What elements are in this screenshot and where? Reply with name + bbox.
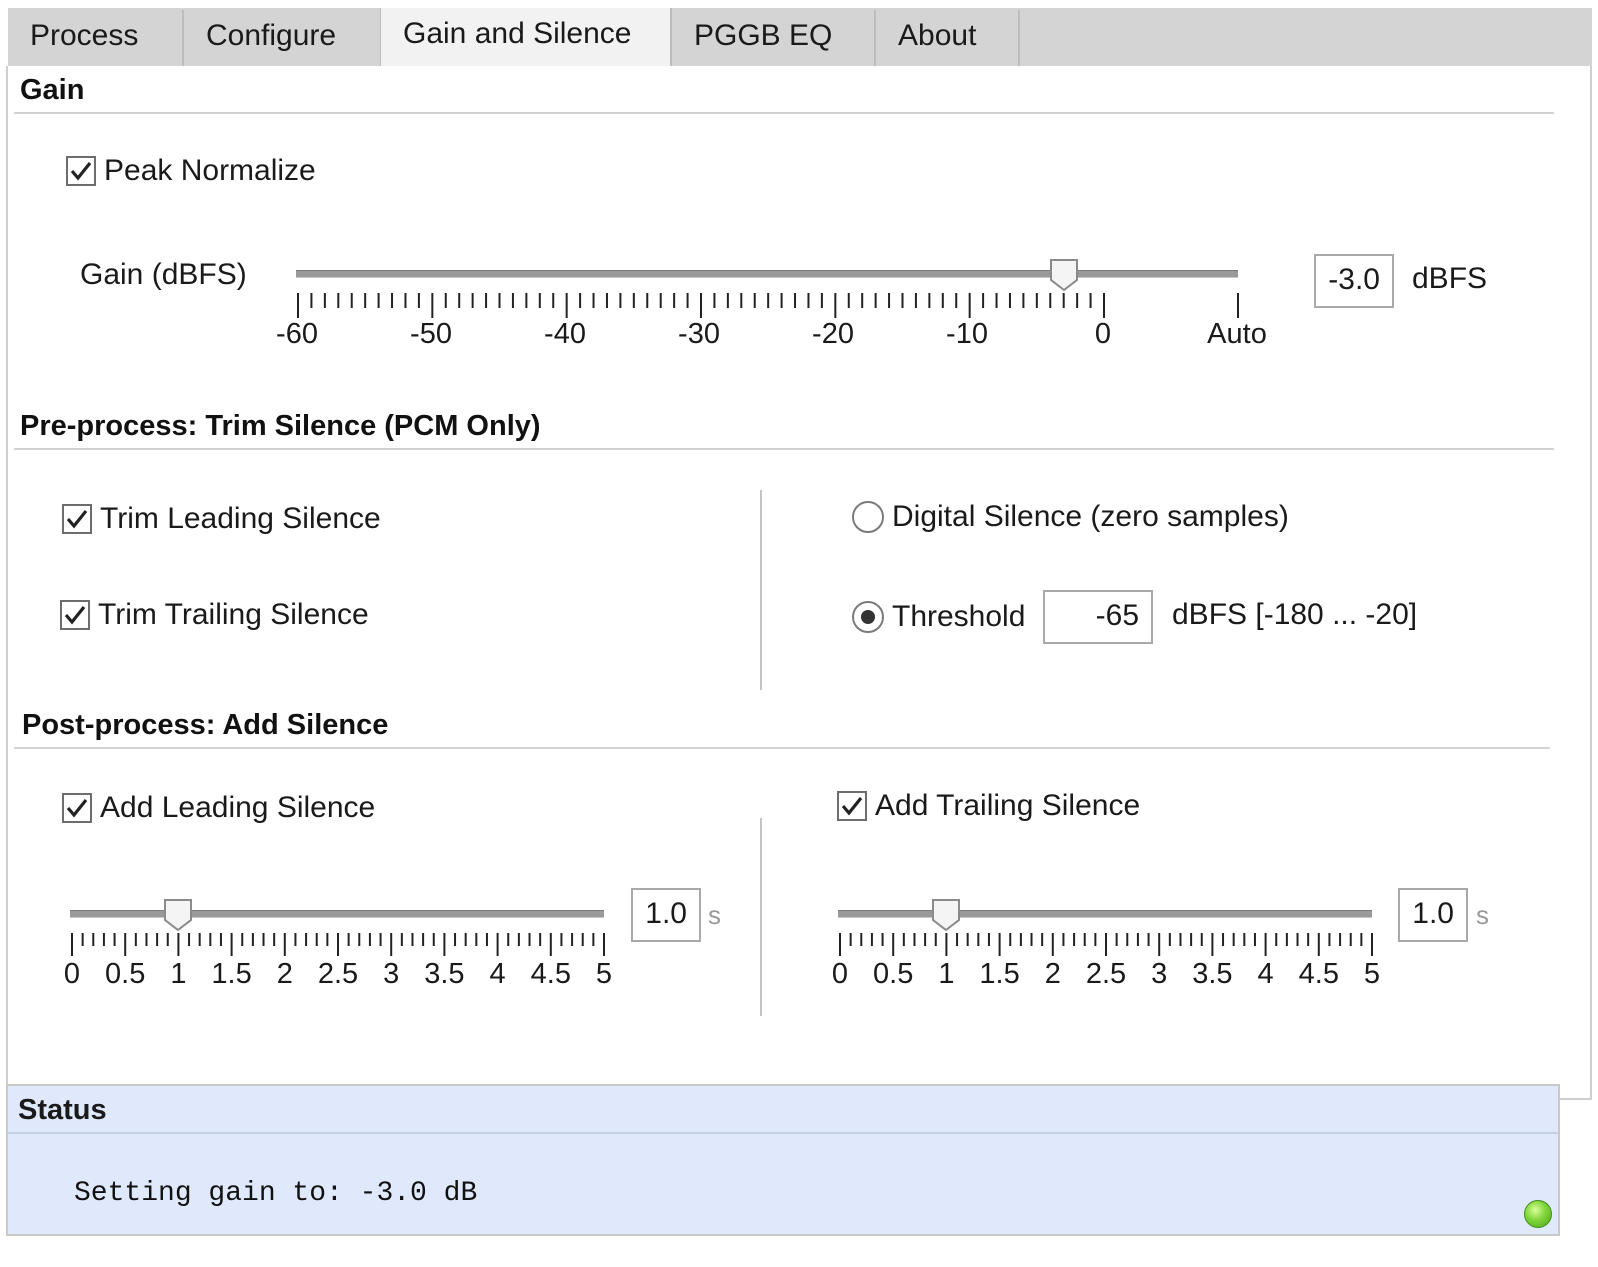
gain-slider-label: Gain (dBFS) [80,258,247,291]
trim-trailing-checkbox[interactable]: Trim Trailing Silence [60,598,369,632]
threshold-range-label: dBFS [-180 ... -20] [1172,598,1418,631]
silence-tick-label: 2 [276,958,293,990]
tab-process[interactable]: Process [8,10,184,66]
tab-gain-and-silence[interactable]: Gain and Silence [380,8,672,68]
threshold-radio[interactable]: Threshold [852,600,1025,634]
tab-pggb-eq[interactable]: PGGB EQ [672,10,876,66]
add-silence-divider [14,747,1550,749]
trim-trailing-label: Trim Trailing Silence [98,598,369,631]
silence-tick-label: 4 [1257,958,1274,990]
gain-tick-label: -60 [276,318,318,350]
add-leading-label: Add Leading Silence [100,791,376,824]
peak-normalize-label: Peak Normalize [104,154,316,187]
gain-heading: Gain [20,74,85,106]
silence-tick-label: 4.5 [530,958,571,990]
checkbox-box[interactable] [66,156,96,186]
gain-tick-label: -40 [544,318,586,350]
peak-normalize-checkbox[interactable]: Peak Normalize [66,154,316,188]
silence-tick-label: 5 [1363,958,1381,990]
checkmark-icon [66,510,88,529]
silence-tick-label: 3.5 [424,958,465,990]
trim-leading-label: Trim Leading Silence [100,502,381,535]
status-message: Setting gain to: -3.0 dB [74,1178,478,1209]
tab-bar: Process Configure Gain and Silence PGGB … [8,8,1592,68]
silence-tick-label: 4.5 [1298,958,1339,990]
leading-silence-value-field[interactable]: 1.0 [631,888,701,942]
radio-circle[interactable] [852,501,884,533]
gain-value-field[interactable]: -3.0 [1314,254,1394,308]
add-trailing-label: Add Trailing Silence [875,789,1141,822]
silence-tick-label: 0.5 [105,958,146,990]
trailing-silence-value-field[interactable]: 1.0 [1398,888,1468,942]
gain-slider-track[interactable] [296,270,1238,278]
silence-tick-label: 1 [938,958,955,990]
leading-silence-slider-track[interactable] [70,910,604,918]
gain-tick-label: -10 [946,318,988,350]
status-divider [8,1132,1558,1134]
add-silence-heading: Post-process: Add Silence [22,709,389,741]
silence-tick-label: 2.5 [317,958,359,990]
add-trailing-checkbox[interactable]: Add Trailing Silence [837,789,1140,823]
gain-tick-label: -20 [812,318,854,350]
silence-tick-label: 5 [595,958,613,990]
checkbox-box[interactable] [62,793,92,823]
status-panel: Status Setting gain to: -3.0 dB [6,1084,1560,1236]
tab-configure[interactable]: Configure [184,10,382,66]
trim-leading-checkbox[interactable]: Trim Leading Silence [62,502,381,536]
checkmark-icon [70,162,92,181]
gain-tick-label: 0 [1094,318,1112,350]
silence-tick-label: 2 [1044,958,1061,990]
silence-tick-label: 1.5 [979,958,1020,990]
checkmark-icon [841,797,863,816]
gain-tick-label: -50 [410,318,452,350]
checkbox-box[interactable] [837,791,867,821]
trim-vertical-divider [760,490,762,690]
gain-slider-thumb[interactable] [1049,258,1079,292]
silence-tick-label: 0 [63,958,81,990]
silence-tick-label: 3 [383,958,400,990]
trailing-silence-slider-track[interactable] [838,910,1372,918]
status-title: Status [18,1094,107,1126]
gain-divider [14,112,1554,114]
silence-tick-label: 3 [1151,958,1168,990]
trailing-silence-slider-ticks [839,933,1373,956]
add-silence-vertical-divider [760,818,762,1016]
trim-heading: Pre-process: Trim Silence (PCM Only) [20,410,541,442]
threshold-label: Threshold [892,600,1026,633]
add-leading-checkbox[interactable]: Add Leading Silence [62,791,375,825]
digital-silence-label: Digital Silence (zero samples) [892,500,1289,533]
checkmark-icon [66,799,88,818]
trim-divider [14,448,1554,450]
leading-silence-unit: s [708,900,721,930]
silence-tick-label: 0.5 [873,958,914,990]
leading-silence-slider-ticks [71,933,605,956]
silence-tick-label: 1.5 [211,958,252,990]
gain-tick-label: -30 [678,318,720,350]
checkbox-box[interactable] [60,600,90,630]
digital-silence-radio[interactable]: Digital Silence (zero samples) [852,500,1289,534]
status-indicator-light [1524,1200,1552,1228]
trailing-silence-unit: s [1476,900,1489,930]
gain-unit-label: dBFS [1412,262,1488,295]
threshold-value-field[interactable]: -65 [1043,590,1153,644]
leading-silence-slider-thumb[interactable] [163,898,193,932]
gain-tick-label: Auto [1207,318,1267,350]
checkbox-box[interactable] [62,504,92,534]
silence-tick-label: 1 [170,958,187,990]
silence-tick-label: 0 [831,958,849,990]
checkmark-icon [64,606,86,625]
radio-circle[interactable] [852,601,884,633]
trailing-silence-slider-thumb[interactable] [931,898,961,932]
silence-tick-label: 4 [489,958,506,990]
silence-tick-label: 2.5 [1085,958,1127,990]
tab-about[interactable]: About [876,10,1020,66]
radio-selected-dot [861,610,875,624]
silence-tick-label: 3.5 [1192,958,1233,990]
